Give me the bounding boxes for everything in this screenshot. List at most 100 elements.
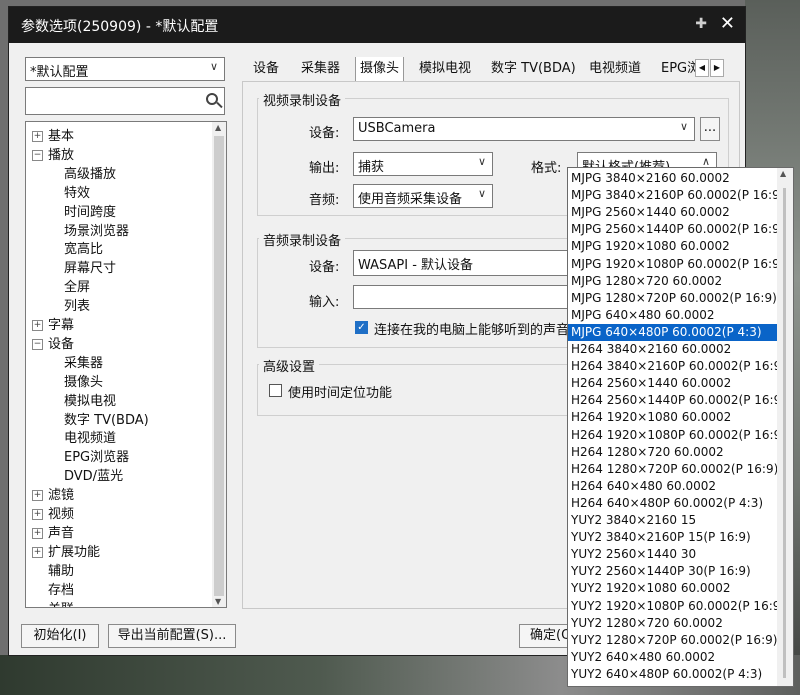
tree-item[interactable]: 高级播放 — [64, 166, 116, 184]
format-option[interactable]: MJPG 640×480P 60.0002(P 4:3) — [568, 323, 778, 341]
tab-digital-tv[interactable]: 数字 TV(BDA) — [487, 57, 580, 81]
format-option[interactable]: YUY2 3840×2160P 15(P 16:9) — [568, 529, 778, 546]
tree-item-label: 滤镜 — [48, 488, 75, 504]
tree-item[interactable]: − 播放 — [32, 147, 74, 165]
profile-select[interactable]: *默认配置 ∨ — [25, 57, 225, 81]
format-option[interactable]: MJPG 2560×1440P 60.0002(P 16:9) — [568, 221, 784, 238]
format-option[interactable]: H264 1920×1080 60.0002 — [568, 409, 778, 426]
tree-item-label: 存档 — [48, 582, 75, 598]
collapse-icon[interactable]: − — [32, 149, 43, 161]
tree-item[interactable]: 存档 — [48, 582, 74, 600]
format-option[interactable]: H264 1280×720P 60.0002(P 16:9) — [568, 461, 778, 478]
expand-icon[interactable]: + — [32, 509, 43, 520]
format-option[interactable]: H264 3840×2160P 60.0002(P 16:9) — [568, 358, 786, 375]
format-option[interactable]: H264 1920×1080P 60.0002(P 16:9) — [568, 427, 786, 444]
tree-item[interactable]: 特效 — [64, 185, 90, 203]
format-option[interactable]: MJPG 1280×720 60.0002 — [568, 273, 778, 290]
collapse-icon[interactable]: − — [32, 338, 43, 350]
close-icon[interactable]: ✕ — [720, 13, 735, 34]
expand-icon[interactable]: + — [32, 546, 43, 558]
tree-item[interactable]: + 字幕 — [32, 317, 74, 335]
format-option[interactable]: YUY2 640×480P 60.0002(P 4:3) — [568, 666, 778, 683]
tab-tv-channels[interactable]: 电视频道 — [585, 57, 645, 81]
format-option[interactable]: MJPG 1280×720P 60.0002(P 16:9) — [568, 290, 778, 307]
format-option[interactable]: YUY2 1920×1080 60.0002 — [568, 580, 778, 597]
audio-select[interactable]: 使用音频采集设备 ∨ — [353, 184, 493, 208]
audio-value: 使用音频采集设备 — [358, 192, 463, 207]
tree-scrollbar[interactable]: ▲ ▼ — [212, 122, 226, 607]
tab-capture[interactable]: 采集器 — [297, 57, 344, 81]
listen-checkbox[interactable]: ✓ — [355, 321, 368, 334]
tree-item[interactable]: 时间跨度 — [64, 204, 116, 222]
tab-camera[interactable]: 摄像头 — [355, 57, 405, 81]
expand-icon[interactable]: + — [32, 490, 43, 502]
format-option[interactable]: YUY2 640×480 60.0002 — [568, 649, 778, 666]
tree-item[interactable]: + 扩展功能 — [32, 544, 100, 562]
format-dropdown-list[interactable]: MJPG 3840×2160 60.0002 MJPG 3840×2160P 60… — [567, 167, 794, 687]
search-input[interactable] — [25, 87, 225, 115]
format-option[interactable]: MJPG 1920×1080P 60.0002(P 16:9) — [568, 256, 784, 273]
format-option[interactable]: H264 3840×2160 60.0002 — [568, 341, 778, 358]
tree-item[interactable]: 摄像头 — [64, 374, 103, 392]
tree-item[interactable]: + 视频 — [32, 506, 74, 524]
format-option[interactable]: YUY2 2560×1440P 30(P 16:9) — [568, 563, 778, 580]
dropdown-scrollbar[interactable]: ▲ — [777, 168, 793, 686]
format-option[interactable]: H264 640×480P 60.0002(P 4:3) — [568, 495, 778, 512]
format-option[interactable]: YUY2 3840×2160 15 — [568, 512, 778, 529]
tree-item[interactable]: + 基本 — [32, 128, 74, 146]
tree-item[interactable]: 列表 — [64, 298, 90, 316]
tree-item[interactable]: DVD/蓝光 — [64, 468, 123, 486]
format-option[interactable]: H264 2560×1440P 60.0002(P 16:9) — [568, 392, 786, 409]
tree-item[interactable]: 辅助 — [48, 563, 74, 581]
format-option[interactable]: YUY2 1280×720P 60.0002(P 16:9) — [568, 632, 778, 649]
tree-item[interactable]: 场景浏览器 — [64, 223, 129, 241]
export-config-button[interactable]: 导出当前配置(S)... — [108, 624, 236, 648]
pin-icon[interactable]: ✚ — [695, 16, 707, 32]
video-device-select[interactable]: USBCamera ∨ — [353, 117, 695, 141]
search-icon[interactable] — [206, 93, 218, 105]
tab-device[interactable]: 设备 — [249, 57, 283, 81]
tab-scroll-right-icon[interactable]: ▶ — [710, 59, 724, 77]
scroll-up-icon[interactable]: ▲ — [215, 123, 221, 132]
format-option[interactable]: * 640×480 29.97 — [568, 683, 778, 686]
video-device-more-button[interactable]: ... — [700, 117, 720, 141]
output-select[interactable]: 捕获 ∨ — [353, 152, 493, 176]
format-option[interactable]: H264 640×480 60.0002 — [568, 478, 778, 495]
tree-item[interactable]: + 声音 — [32, 525, 74, 543]
tree-item[interactable]: 屏幕尺寸 — [64, 260, 116, 278]
format-option[interactable]: MJPG 3840×2160 60.0002 — [568, 170, 778, 187]
timestamp-checkbox[interactable] — [269, 384, 282, 397]
format-option[interactable]: YUY2 1920×1080P 60.0002(P 16:9) — [568, 598, 785, 615]
tree-item[interactable]: 采集器 — [64, 355, 103, 373]
tree-item[interactable]: + 滤镜 — [32, 487, 74, 505]
tree-item[interactable]: 电视频道 — [64, 430, 116, 448]
tree-item[interactable]: EPG浏览器 — [64, 449, 129, 467]
dropdown-scroll-thumb[interactable] — [783, 188, 786, 678]
expand-icon[interactable]: + — [32, 131, 43, 142]
scroll-down-icon[interactable]: ▼ — [215, 597, 221, 606]
tree-item[interactable]: 关联 — [48, 601, 74, 608]
tab-scroll-left-icon[interactable]: ◀ — [695, 59, 709, 77]
tree-item[interactable]: 宽高比 — [64, 241, 103, 259]
profile-value: *默认配置 — [30, 65, 89, 80]
format-option[interactable]: MJPG 3840×2160P 60.0002(P 16:9) — [568, 187, 784, 204]
scroll-up-icon[interactable]: ▲ — [780, 169, 786, 178]
tree-item[interactable]: 模拟电视 — [64, 393, 116, 411]
format-option[interactable]: H264 2560×1440 60.0002 — [568, 375, 778, 392]
tree-item[interactable]: 全屏 — [64, 279, 90, 297]
format-option[interactable]: YUY2 1280×720 60.0002 — [568, 615, 778, 632]
tree-item[interactable]: − 设备 — [32, 336, 74, 354]
tree-scroll-thumb[interactable] — [214, 136, 224, 596]
expand-icon[interactable]: + — [32, 320, 43, 331]
format-option[interactable]: YUY2 2560×1440 30 — [568, 546, 778, 563]
format-option[interactable]: MJPG 1920×1080 60.0002 — [568, 238, 778, 255]
video-group-title: 视频录制设备 — [259, 90, 346, 109]
tab-analog-tv[interactable]: 模拟电视 — [415, 57, 475, 81]
format-option[interactable]: MJPG 2560×1440 60.0002 — [568, 204, 778, 221]
tree-item[interactable]: 数字 TV(BDA) — [64, 412, 149, 430]
settings-tree[interactable]: + 基本 − 播放 高级播放 特效 时间跨度 场景浏览器 宽高比 屏幕尺寸 全屏 列表 + 字幕 − 设备 采集… — [25, 121, 227, 608]
init-button[interactable]: 初始化(I) — [21, 624, 99, 648]
format-option[interactable]: MJPG 640×480 60.0002 — [568, 307, 778, 324]
expand-icon[interactable]: + — [32, 527, 43, 539]
format-option[interactable]: H264 1280×720 60.0002 — [568, 444, 778, 461]
